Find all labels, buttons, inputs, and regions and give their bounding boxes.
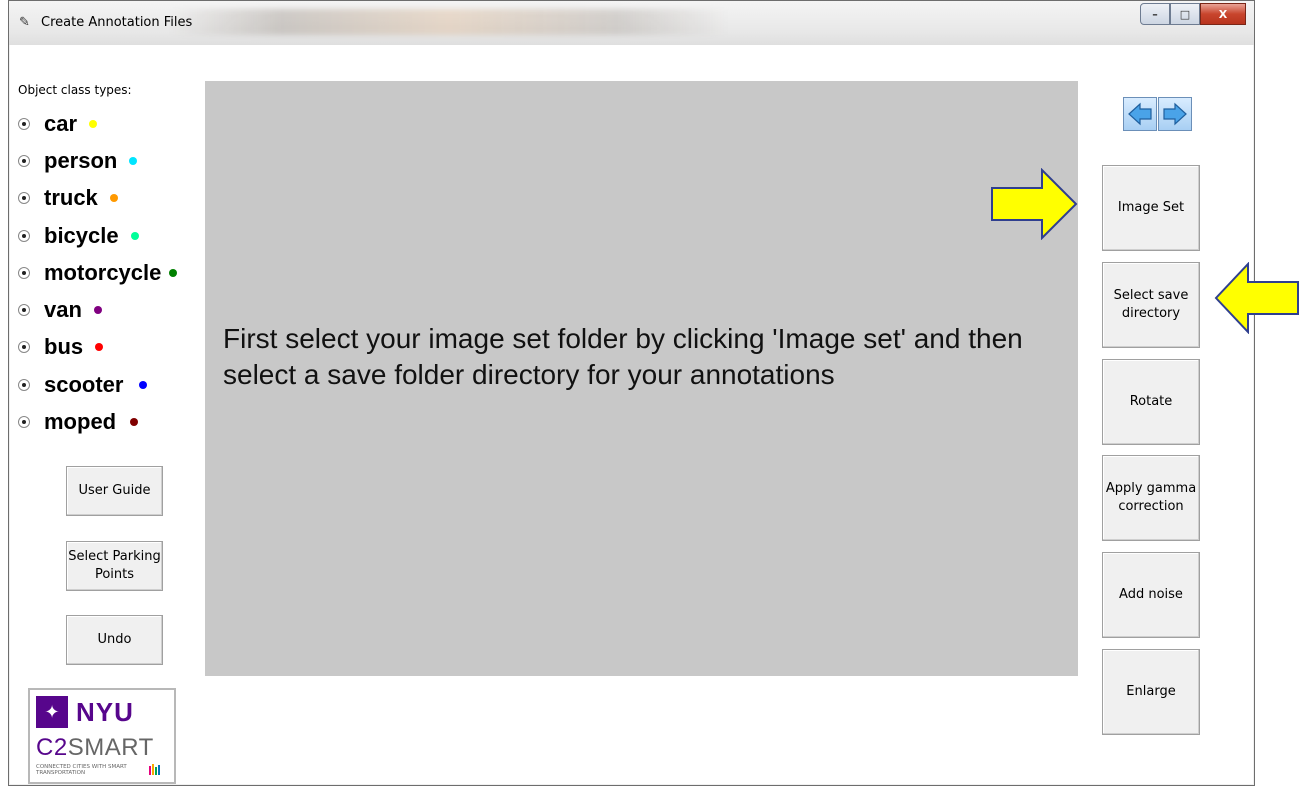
feather-icon: ✎ xyxy=(19,15,30,30)
class-option-car[interactable]: car xyxy=(18,105,177,142)
radio-button[interactable] xyxy=(18,416,30,429)
class-color-dot xyxy=(93,306,102,315)
radio-button[interactable] xyxy=(18,192,30,205)
class-label: person xyxy=(44,147,118,173)
nyu-wordmark: NYU xyxy=(76,696,134,727)
class-label: car xyxy=(44,110,78,136)
instructions-text: First select your image set folder by cl… xyxy=(223,323,1023,391)
nyu-torch-icon: ✦ xyxy=(36,696,68,728)
client-area: Object class types: car person truck bic… xyxy=(10,45,1253,784)
class-label: scooter xyxy=(44,371,124,397)
image-canvas[interactable]: First select your image set folder by cl… xyxy=(205,81,1078,676)
class-color-dot xyxy=(139,380,148,389)
class-color-dot xyxy=(109,194,118,203)
class-color-dot xyxy=(95,343,104,352)
select-parking-points-button[interactable]: Select Parking Points xyxy=(66,541,163,591)
class-option-person[interactable]: person xyxy=(18,142,177,179)
user-guide-button[interactable]: User Guide xyxy=(66,466,163,516)
class-option-scooter[interactable]: scooter xyxy=(18,366,177,403)
class-label: bus xyxy=(44,334,84,360)
class-types-heading: Object class types: xyxy=(18,83,132,97)
arrow-left-icon xyxy=(1128,102,1152,126)
arrow-right-icon xyxy=(1163,102,1187,126)
logo-subtitle: CONNECTED CITIES WITH SMART TRANSPORTATI… xyxy=(36,764,127,777)
title-bar[interactable]: ✎ Create Annotation Files – □ X xyxy=(9,1,1254,45)
title-bar-blur xyxy=(169,9,729,35)
app-window: ✎ Create Annotation Files – □ X Object c… xyxy=(8,0,1255,786)
radio-button[interactable] xyxy=(18,154,30,167)
class-color-dot xyxy=(129,156,138,165)
maximize-button[interactable]: □ xyxy=(1170,3,1200,25)
class-label: motorcycle xyxy=(44,259,162,285)
radio-button[interactable] xyxy=(18,378,30,391)
radio-button[interactable] xyxy=(18,304,30,317)
color-bars-icon xyxy=(149,764,160,775)
prev-image-button[interactable] xyxy=(1123,97,1157,131)
c2-text: C2 xyxy=(36,734,68,761)
class-color-dot xyxy=(169,268,178,277)
yellow-arrow-left-icon xyxy=(1214,262,1299,334)
next-image-button[interactable] xyxy=(1158,97,1192,131)
window-controls: – □ X xyxy=(1140,3,1246,25)
yellow-arrow-right-icon xyxy=(991,168,1078,240)
class-option-van[interactable]: van xyxy=(18,291,177,328)
nyu-logo: ✦ NYU xyxy=(36,696,134,728)
class-label: bicycle xyxy=(44,222,119,248)
radio-button[interactable] xyxy=(18,117,30,130)
class-option-moped[interactable]: moped xyxy=(18,403,177,440)
class-option-bicycle[interactable]: bicycle xyxy=(18,217,177,254)
undo-button[interactable]: Undo xyxy=(66,615,163,665)
image-set-button[interactable]: Image Set xyxy=(1102,165,1200,251)
radio-button[interactable] xyxy=(18,266,30,279)
minimize-button[interactable]: – xyxy=(1140,3,1170,25)
radio-button[interactable] xyxy=(18,341,30,354)
close-button[interactable]: X xyxy=(1200,3,1246,25)
apply-gamma-correction-button[interactable]: Apply gamma correction xyxy=(1102,455,1200,541)
class-label: moped xyxy=(44,409,117,435)
class-option-motorcycle[interactable]: motorcycle xyxy=(18,254,178,291)
class-color-dot xyxy=(130,231,139,240)
class-option-bus[interactable]: bus xyxy=(18,329,177,366)
window-title: Create Annotation Files xyxy=(41,15,193,30)
class-type-list: car person truck bicycle motorcycle van … xyxy=(18,105,178,441)
class-color-dot xyxy=(130,418,139,427)
add-noise-button[interactable]: Add noise xyxy=(1102,552,1200,638)
class-color-dot xyxy=(89,119,98,128)
class-label: van xyxy=(44,297,82,323)
select-save-directory-button[interactable]: Select save directory xyxy=(1102,262,1200,348)
smart-text: SMART xyxy=(67,734,154,761)
c2smart-wordmark: C2SMART xyxy=(36,734,154,762)
nyu-c2smart-logo: ✦ NYU C2SMART CONNECTED CITIES WITH SMAR… xyxy=(28,688,176,784)
class-option-truck[interactable]: truck xyxy=(18,180,177,217)
class-label: truck xyxy=(44,185,98,211)
enlarge-button[interactable]: Enlarge xyxy=(1102,649,1200,735)
rotate-button[interactable]: Rotate xyxy=(1102,359,1200,445)
radio-button[interactable] xyxy=(18,229,30,242)
